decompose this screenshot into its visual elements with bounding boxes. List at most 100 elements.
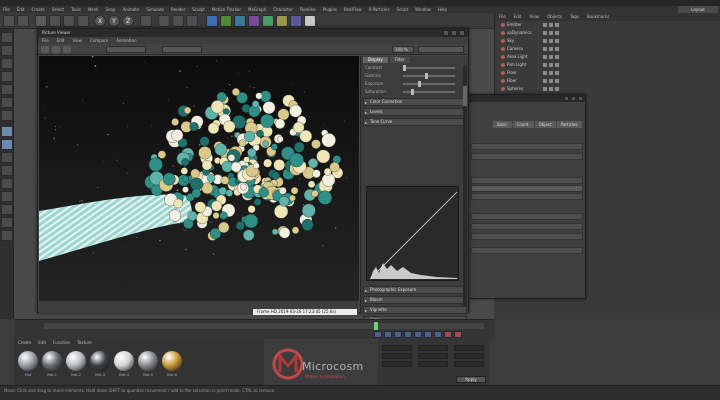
minimize-icon[interactable]: [443, 30, 449, 36]
menu-item[interactable]: Help: [438, 6, 447, 13]
close-icon[interactable]: [459, 30, 465, 36]
menu-item[interactable]: Mesh: [88, 6, 99, 13]
menu-item[interactable]: MoGraph: [248, 6, 266, 13]
goto-end-icon[interactable]: [434, 331, 442, 338]
prev-frame-icon[interactable]: [394, 331, 402, 338]
scene-icon[interactable]: [276, 15, 288, 27]
panel-tab[interactable]: Display: [363, 57, 388, 63]
position-z-field[interactable]: [382, 361, 412, 367]
menu-item[interactable]: Script: [397, 6, 409, 13]
tag-icon[interactable]: [543, 39, 547, 43]
size-z-field[interactable]: [418, 361, 448, 367]
tag-icon[interactable]: [555, 39, 559, 43]
tag-icon[interactable]: [543, 23, 547, 27]
tag-icon[interactable]: [555, 63, 559, 67]
deformer-icon[interactable]: [262, 15, 274, 27]
tag-icon[interactable]: [549, 63, 553, 67]
expand-triangle-icon[interactable]: ▸: [365, 110, 367, 116]
material-swatch[interactable]: [90, 351, 110, 371]
attribute-tab[interactable]: Coord.: [512, 121, 534, 128]
viewer-menu-item[interactable]: Edit: [57, 37, 65, 44]
make-editable-icon[interactable]: [1, 32, 13, 43]
grid-icon[interactable]: [1, 191, 13, 202]
position-x-field[interactable]: [382, 345, 412, 351]
rotate-icon[interactable]: [77, 15, 89, 27]
menu-item[interactable]: Animate: [123, 6, 140, 13]
attribute-field[interactable]: [471, 223, 583, 230]
rotation-h-field[interactable]: [454, 345, 484, 351]
tag-icon[interactable]: [549, 79, 553, 83]
tag-icon[interactable]: [555, 79, 559, 83]
close-icon[interactable]: [578, 96, 583, 101]
tag-icon[interactable]: [555, 87, 559, 91]
camera-icon[interactable]: [290, 15, 302, 27]
material-swatch[interactable]: [42, 351, 62, 371]
rotation-b-field[interactable]: [454, 361, 484, 367]
goto-start-icon[interactable]: [374, 331, 382, 338]
edges-mode-icon[interactable]: [1, 97, 13, 108]
display-mode-dropdown[interactable]: [106, 46, 146, 53]
render-settings-icon[interactable]: [186, 15, 198, 27]
object-row[interactable]: Spheres: [495, 85, 720, 93]
menu-item[interactable]: Window: [415, 6, 431, 13]
pen-icon[interactable]: [220, 15, 232, 27]
save-icon[interactable]: [41, 46, 49, 53]
section-header[interactable]: ▸ Vignette: [363, 306, 467, 314]
section-header[interactable]: ▸ Tone Curve: [363, 118, 466, 126]
menu-item[interactable]: Pipeline: [300, 6, 316, 13]
playhead[interactable]: [374, 322, 378, 330]
material-swatch[interactable]: [138, 351, 158, 371]
slider-knob[interactable]: [403, 65, 406, 71]
object-manager-menu-item[interactable]: Edit: [514, 13, 522, 21]
slider-track[interactable]: [403, 75, 455, 77]
apply-button[interactable]: Apply: [456, 376, 486, 383]
prev-key-icon[interactable]: [384, 331, 392, 338]
maximize-icon[interactable]: [571, 96, 576, 101]
timeline-ruler[interactable]: [44, 323, 484, 329]
section-header[interactable]: ▸ Photographic Exposure: [363, 286, 467, 294]
model-mode-icon[interactable]: [1, 45, 13, 56]
tag-icon[interactable]: [543, 47, 547, 51]
maximize-icon[interactable]: [451, 30, 457, 36]
scale-icon[interactable]: [63, 15, 75, 27]
section-header[interactable]: ▸ Color Correction: [363, 98, 466, 106]
size-y-field[interactable]: [418, 353, 448, 359]
tone-curve-graph[interactable]: [366, 186, 459, 281]
position-y-field[interactable]: [382, 353, 412, 359]
menu-item[interactable]: Edit: [17, 6, 25, 13]
attribute-field[interactable]: [471, 153, 583, 160]
expand-triangle-icon[interactable]: ▸: [365, 308, 367, 314]
layout-tab[interactable]: Layout: [678, 6, 718, 13]
object-row[interactable]: Area Light: [495, 53, 720, 61]
next-frame-icon[interactable]: [414, 331, 422, 338]
attribute-field[interactable]: [471, 213, 583, 220]
tag-icon[interactable]: [543, 55, 547, 59]
tag-icon[interactable]: [549, 71, 553, 75]
object-row[interactable]: Rim Light: [495, 61, 720, 69]
light-icon[interactable]: [304, 15, 316, 27]
slider-track[interactable]: [403, 67, 455, 69]
move-icon[interactable]: [49, 15, 61, 27]
render-view-icon[interactable]: [158, 15, 170, 27]
attribute-tab[interactable]: Particles: [556, 121, 582, 128]
channel-dropdown[interactable]: [162, 46, 202, 53]
view-dropdown[interactable]: [418, 46, 464, 53]
minimize-icon[interactable]: [564, 96, 569, 101]
tag-icon[interactable]: [555, 47, 559, 51]
tag-icon[interactable]: [543, 63, 547, 67]
play-icon[interactable]: [404, 331, 412, 338]
object-row[interactable]: Fiber: [495, 77, 720, 85]
object-row[interactable]: Camera: [495, 45, 720, 53]
menu-item[interactable]: Simulate: [146, 6, 164, 13]
menu-item[interactable]: Snap: [105, 6, 115, 13]
material-swatch[interactable]: [66, 351, 86, 371]
material-menu-item[interactable]: Edit: [38, 339, 46, 346]
attribute-tab[interactable]: Basic: [493, 121, 512, 128]
attribute-field[interactable]: [471, 233, 583, 240]
panel-tab[interactable]: Filter: [389, 57, 410, 63]
coord-system-icon[interactable]: [140, 15, 152, 27]
tag-icon[interactable]: [543, 71, 547, 75]
section-header[interactable]: ▸ Bloom: [363, 296, 467, 304]
tag-icon[interactable]: [555, 23, 559, 27]
attribute-field[interactable]: [471, 193, 583, 200]
